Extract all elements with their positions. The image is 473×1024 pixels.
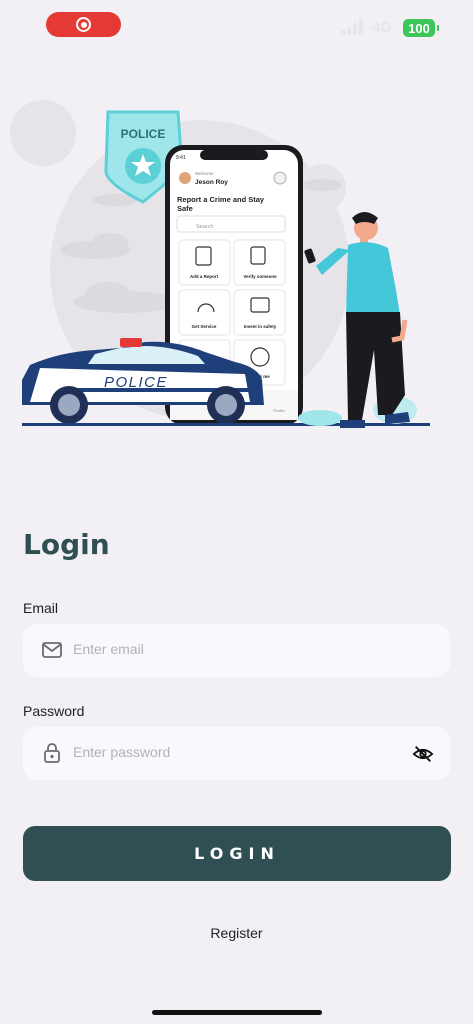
- register-link[interactable]: Register: [0, 925, 473, 941]
- record-icon: [76, 17, 91, 32]
- phone-heading: Report a Crime and Stay: [177, 195, 265, 204]
- phone-nav-label: Profile: [273, 408, 285, 413]
- lock-icon: [44, 743, 60, 763]
- phone-user-name: Jeson Roy: [195, 179, 228, 186]
- login-title: Login: [23, 528, 110, 561]
- password-field[interactable]: Enter password: [23, 727, 450, 780]
- decor-circle: [10, 100, 76, 166]
- mail-icon: [42, 642, 62, 658]
- phone-search: Search: [196, 224, 213, 230]
- hero-illustration: POLICE 9:41 Welcome Jeson Roy Report a C…: [0, 90, 473, 440]
- phone-tile-label: Invest in safety: [244, 324, 277, 329]
- police-scene-graphic: POLICE 9:41 Welcome Jeson Roy Report a C…: [10, 100, 430, 428]
- email-placeholder: Enter email: [73, 641, 144, 657]
- phone-tile-label: Add a Report: [190, 274, 219, 279]
- badge-label: POLICE: [121, 127, 166, 141]
- status-bar: 4G 100: [0, 0, 473, 48]
- phone-tile-label: Get Service: [192, 324, 217, 329]
- email-label: Email: [23, 600, 59, 616]
- password-placeholder: Enter password: [73, 744, 171, 760]
- phone-welcome: Welcome: [195, 171, 214, 176]
- phone-heading-2: Safe: [177, 204, 193, 213]
- battery-level: 100: [408, 20, 430, 36]
- car-label: POLICE: [104, 374, 168, 391]
- phone-tile-label: Verify someone: [243, 274, 277, 279]
- signal-icon: [341, 19, 363, 35]
- email-field[interactable]: Enter email: [23, 624, 450, 677]
- screen-recording-indicator[interactable]: [46, 12, 121, 37]
- login-button[interactable]: LOGIN: [23, 826, 451, 881]
- network-type: 4G: [372, 19, 393, 36]
- phone-time: 9:41: [176, 155, 186, 161]
- battery-icon: 100: [403, 19, 439, 37]
- eye-off-icon[interactable]: [412, 743, 434, 765]
- home-indicator[interactable]: [152, 1010, 322, 1015]
- password-label: Password: [23, 703, 85, 719]
